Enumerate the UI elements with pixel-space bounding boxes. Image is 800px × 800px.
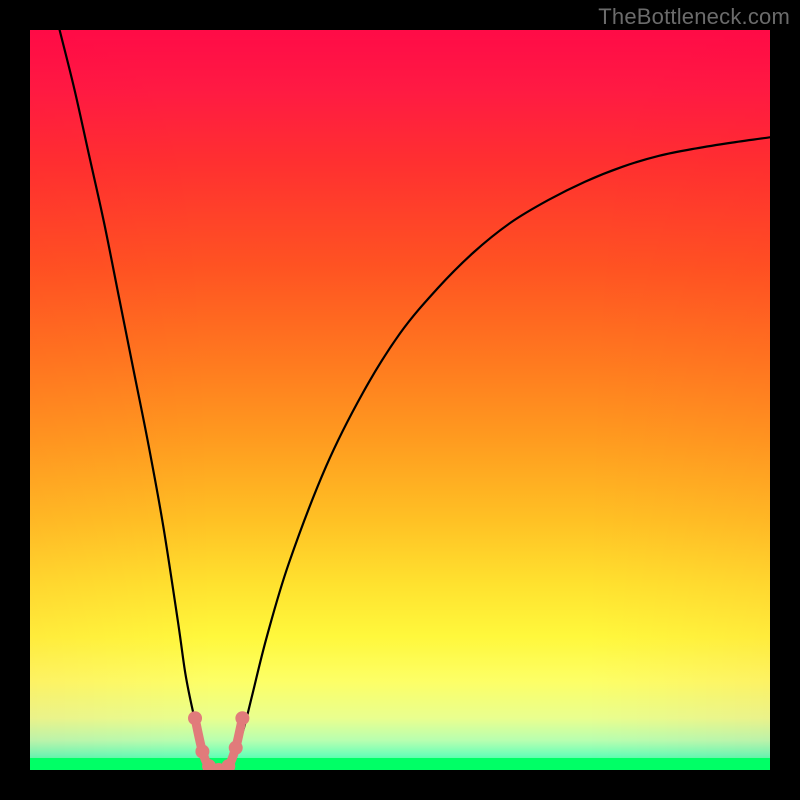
watermark-text: TheBottleneck.com [598,4,790,30]
plot-area [30,30,770,770]
optimal-marker-dot [189,712,202,725]
optimal-marker-dot [236,712,249,725]
optimal-marker-group [189,712,249,770]
optimal-marker-dot [222,760,235,770]
curve-layer [30,30,770,770]
chart-container: TheBottleneck.com [0,0,800,800]
optimal-marker-dot [229,741,242,754]
bottleneck-curve-path [60,30,770,770]
optimal-marker-dot [196,745,209,758]
